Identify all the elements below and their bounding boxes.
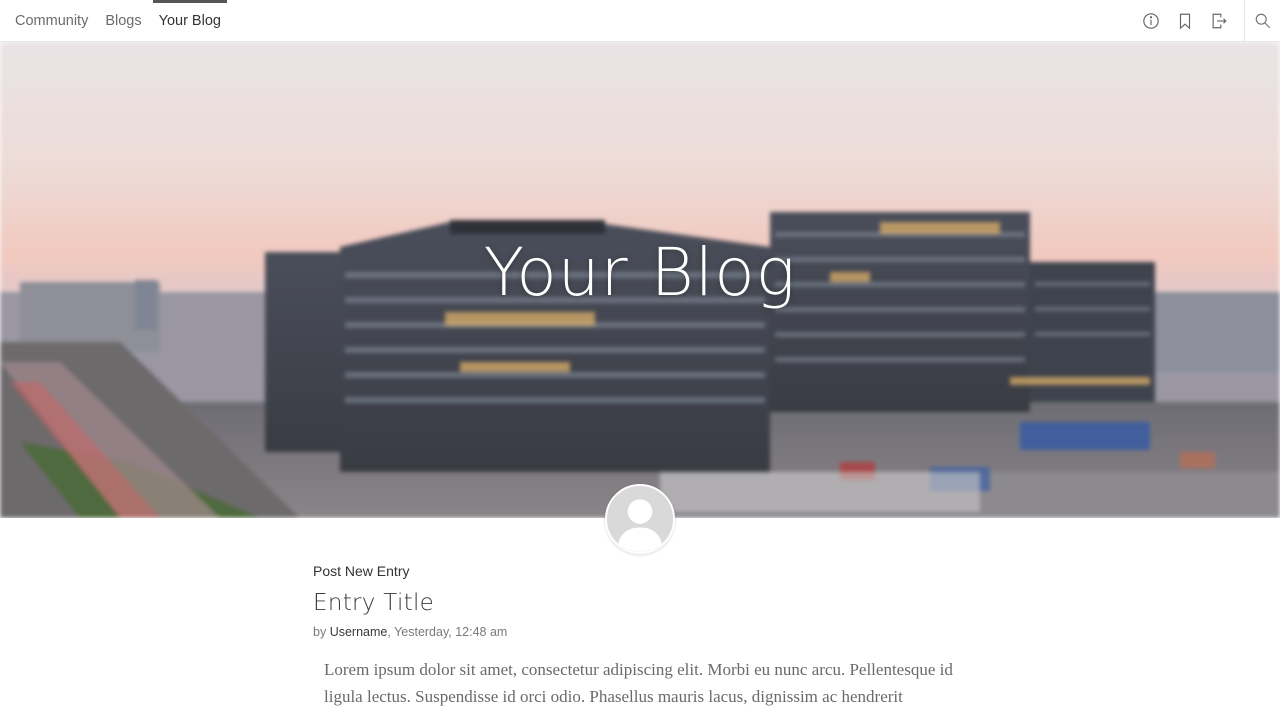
bookmark-icon[interactable]: [1168, 0, 1202, 42]
post-new-entry-link[interactable]: Post New Entry: [313, 563, 409, 579]
avatar[interactable]: [605, 484, 675, 554]
entry-author-link[interactable]: Username: [330, 625, 388, 639]
hero-title: Your Blog: [483, 234, 797, 311]
entry-meta: by Username, Yesterday, 12:48 am: [313, 625, 973, 639]
entry-date: , Yesterday, 12:48 am: [387, 625, 508, 639]
search-icon[interactable]: [1244, 0, 1280, 42]
logout-icon[interactable]: [1202, 0, 1236, 42]
user-silhouette-icon: [607, 486, 673, 552]
tab-community[interactable]: Community: [9, 0, 94, 42]
hero-banner: Your Blog: [0, 42, 1280, 518]
tab-your-blog[interactable]: Your Blog: [152, 0, 228, 42]
entry-body: Lorem ipsum dolor sit amet, consectetur …: [324, 660, 953, 706]
blog-content: Post New Entry Entry Title by Username, …: [313, 560, 973, 710]
nav-tabs: Community Blogs Your Blog: [9, 0, 232, 42]
entry-by-label: by: [313, 625, 330, 639]
entry-title[interactable]: Entry Title: [313, 590, 973, 616]
info-icon[interactable]: [1134, 0, 1168, 42]
top-navigation-bar: Community Blogs Your Blog: [0, 0, 1280, 42]
nav-icon-group: [1134, 0, 1280, 42]
tab-blogs[interactable]: Blogs: [99, 0, 147, 42]
